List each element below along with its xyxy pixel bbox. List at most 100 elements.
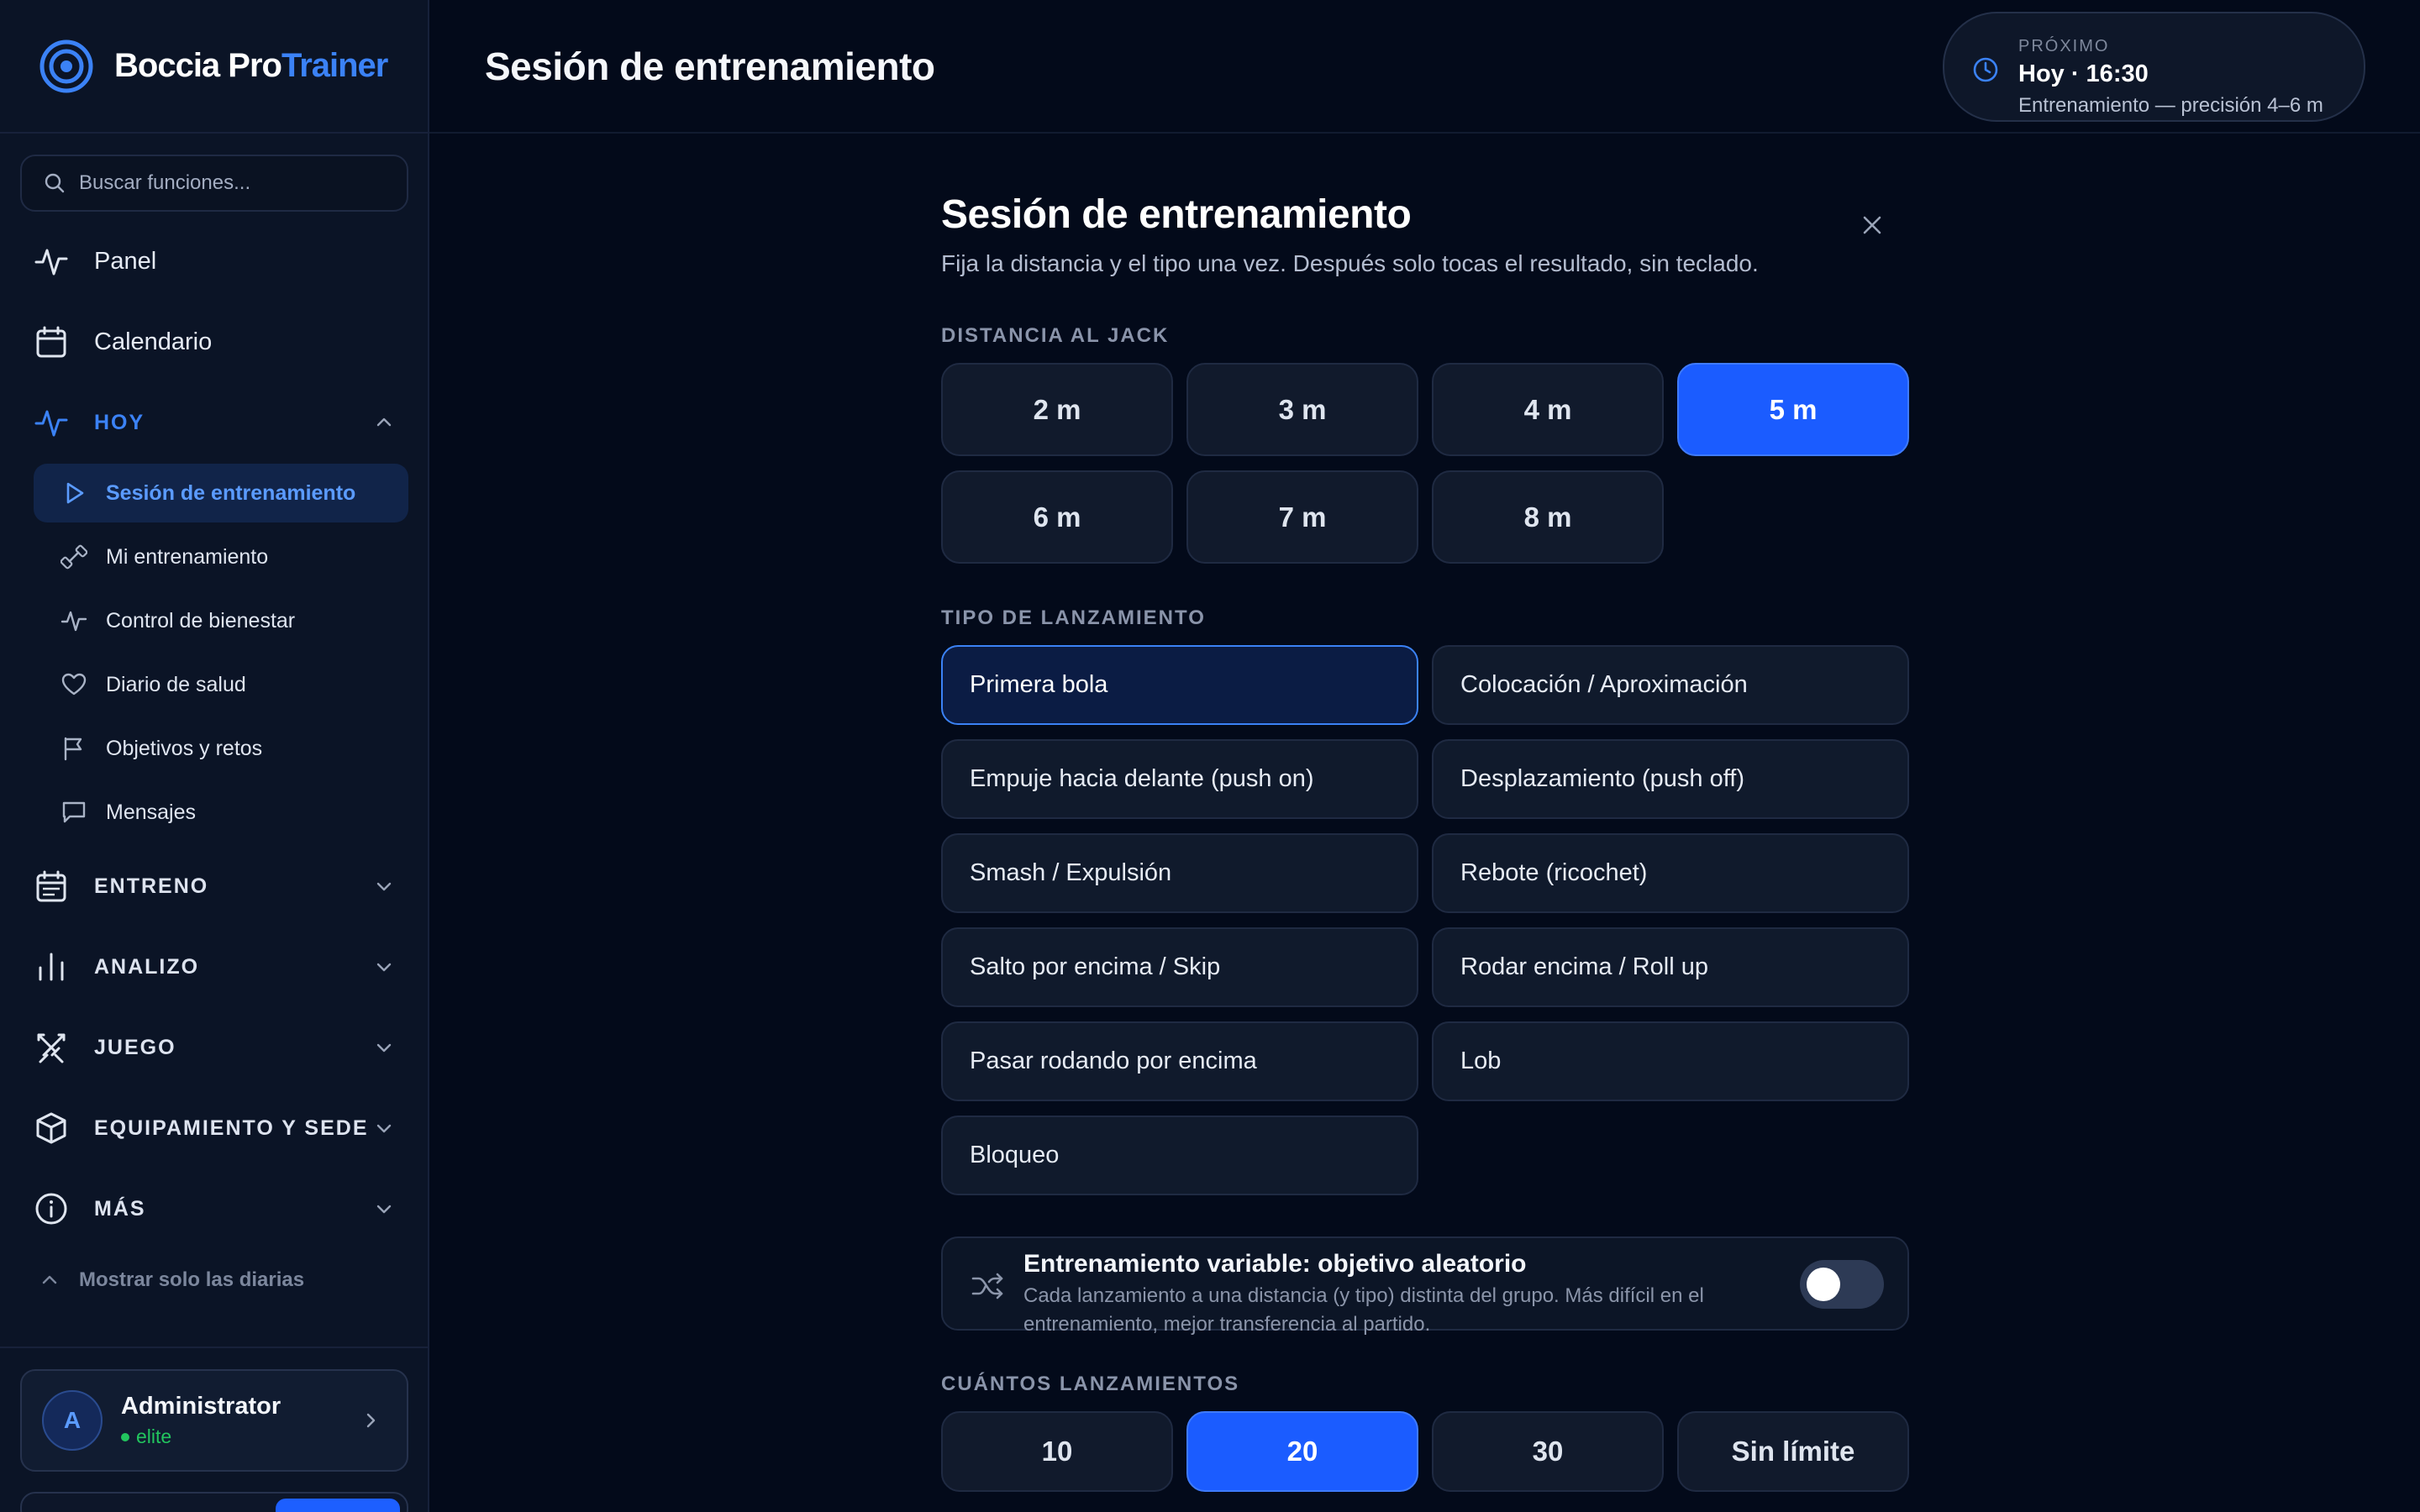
- avatar: A: [42, 1390, 103, 1451]
- throw-count-20[interactable]: 20: [1186, 1411, 1418, 1492]
- user-info: Administrator elite: [121, 1393, 281, 1448]
- calendar-icon: [36, 326, 66, 358]
- group-label: JUEGO: [94, 1035, 176, 1059]
- top-header: Sesión de entrenamiento PRÓXIMO Hoy · 16…: [429, 0, 2420, 134]
- play-icon: [66, 482, 84, 504]
- throw-count-30[interactable]: 30: [1432, 1411, 1664, 1492]
- info-icon: [35, 1193, 67, 1225]
- group-mas[interactable]: MÁS: [34, 1175, 395, 1242]
- sidebar: Boccia ProTrainer Panel Calendario HOY S…: [0, 0, 429, 1512]
- throw-type-lob[interactable]: Lob: [1432, 1021, 1909, 1101]
- distance-section-label: DISTANCIA AL JACK: [941, 324, 1170, 347]
- sidebar-item-label: Mensajes: [106, 800, 196, 824]
- variable-training-description: Cada lanzamiento a una distancia (y tipo…: [1023, 1284, 1704, 1336]
- user-card[interactable]: A Administrator elite: [20, 1369, 408, 1472]
- throw-type-roll-over[interactable]: Pasar rodando por encima: [941, 1021, 1418, 1101]
- sidebar-divider: [0, 1347, 428, 1348]
- throw-type-skip[interactable]: Salto por encima / Skip: [941, 927, 1418, 1007]
- clock-icon: [1973, 57, 1998, 82]
- throw-type-push-on[interactable]: Empuje hacia delante (push on): [941, 739, 1418, 819]
- group-analizo[interactable]: ANALIZO: [34, 933, 395, 1000]
- search-box[interactable]: [20, 155, 408, 212]
- group-juego[interactable]: JUEGO: [34, 1014, 395, 1081]
- toggle-knob: [1807, 1268, 1840, 1301]
- chevron-down-icon: [376, 1124, 392, 1133]
- throw-count-10[interactable]: 10: [941, 1411, 1173, 1492]
- throw-count-unlimited[interactable]: Sin límite: [1677, 1411, 1909, 1492]
- bar-chart-icon: [39, 953, 64, 981]
- box-icon: [36, 1112, 66, 1144]
- sidebar-item-label: Mi entrenamiento: [106, 544, 269, 569]
- message-icon: [62, 801, 86, 823]
- page-title: Sesión de entrenamiento: [485, 45, 935, 88]
- sidebar-item-messages[interactable]: Mensajes: [34, 783, 408, 842]
- group-hoy[interactable]: HOY: [34, 389, 395, 456]
- group-label: ENTRENO: [94, 874, 209, 898]
- throw-type-roll-up[interactable]: Rodar encima / Roll up: [1432, 927, 1909, 1007]
- throw-type-block[interactable]: Bloqueo: [941, 1116, 1418, 1195]
- chevron-down-icon: [376, 963, 392, 972]
- nav-item-label: Panel: [94, 247, 157, 275]
- sidebar-item-label: Sesión de entrenamiento: [106, 480, 356, 505]
- user-name: Administrator: [121, 1393, 281, 1420]
- chevron-up-icon: [42, 1275, 57, 1284]
- shuffle-icon: [971, 1273, 1003, 1299]
- throw-count-section-label: CUÁNTOS LANZAMIENTOS: [941, 1373, 1240, 1395]
- group-label: ANALIZO: [94, 954, 200, 979]
- user-role: elite: [121, 1425, 281, 1448]
- close-button[interactable]: [1855, 208, 1889, 242]
- app-logo[interactable]: Boccia ProTrainer: [0, 0, 428, 134]
- group-equipamiento[interactable]: EQUIPAMIENTO Y SEDE: [34, 1095, 395, 1162]
- distance-option-8m[interactable]: 8 m: [1432, 470, 1664, 564]
- next-event-description: Entrenamiento — precisión 4–6 m: [2018, 94, 2323, 117]
- variable-training-card: Entrenamiento variable: objetivo aleator…: [941, 1236, 1909, 1336]
- distance-option-4m[interactable]: 4 m: [1432, 363, 1664, 456]
- show-daily-toggle[interactable]: Mostrar solo las diarias: [39, 1263, 304, 1297]
- next-event-time: Hoy · 16:30: [2018, 60, 2149, 87]
- throw-type-placement[interactable]: Colocación / Aproximación: [1432, 645, 1909, 725]
- group-label: HOY: [94, 410, 145, 434]
- sidebar-item-my-training[interactable]: Mi entrenamiento: [34, 528, 408, 586]
- chevron-down-icon: [376, 1043, 392, 1053]
- flag-icon: [64, 737, 82, 761]
- sidebar-item-training-session[interactable]: Sesión de entrenamiento: [34, 464, 408, 522]
- next-event-label: PRÓXIMO: [2018, 37, 2110, 55]
- distance-option-7m[interactable]: 7 m: [1186, 470, 1418, 564]
- throw-type-push-off[interactable]: Desplazamiento (push off): [1432, 739, 1909, 819]
- distance-option-6m[interactable]: 6 m: [941, 470, 1173, 564]
- distance-option-3m[interactable]: 3 m: [1186, 363, 1418, 456]
- search-input[interactable]: [79, 171, 398, 195]
- variable-training-toggle[interactable]: [1800, 1260, 1884, 1309]
- sidebar-item-label: Control de bienestar: [106, 608, 296, 633]
- group-entreno[interactable]: ENTRENO: [34, 853, 395, 920]
- throw-type-smash[interactable]: Smash / Expulsión: [941, 833, 1418, 913]
- group-label: MÁS: [94, 1196, 146, 1221]
- distance-option-2m[interactable]: 2 m: [941, 363, 1173, 456]
- activity-icon: [34, 249, 68, 276]
- bottom-action-button[interactable]: [276, 1499, 400, 1512]
- nav-item-panel[interactable]: Panel: [34, 228, 403, 295]
- sidebar-item-wellbeing[interactable]: Control de bienestar: [34, 591, 408, 650]
- next-event-card[interactable]: PRÓXIMO Hoy · 16:30 Entrenamiento — prec…: [1943, 12, 2365, 122]
- nav-item-label: Calendario: [94, 328, 213, 355]
- sidebar-item-goals[interactable]: Objetivos y retos: [34, 719, 408, 778]
- throw-type-section-label: TIPO DE LANZAMIENTO: [941, 606, 1206, 629]
- pulse-icon: [34, 410, 68, 437]
- sidebar-item-health-diary[interactable]: Diario de salud: [34, 655, 408, 714]
- close-icon: [1863, 216, 1881, 234]
- status-dot: [121, 1432, 129, 1441]
- show-daily-label: Mostrar solo las diarias: [79, 1268, 305, 1291]
- chevron-down-icon: [376, 1205, 392, 1214]
- panel-subtitle: Fija la distancia y el tipo una vez. Des…: [941, 250, 1759, 276]
- chevron-down-icon: [376, 882, 392, 891]
- dumbbell-icon: [60, 544, 87, 570]
- throw-type-first-ball[interactable]: Primera bola: [941, 645, 1418, 725]
- calendar-grid-icon: [36, 870, 66, 902]
- chevron-right-icon: [366, 1413, 376, 1428]
- target-logo-icon: [39, 39, 93, 92]
- distance-option-5m[interactable]: 5 m: [1677, 363, 1909, 456]
- nav-item-calendar[interactable]: Calendario: [34, 308, 403, 375]
- throw-type-ricochet[interactable]: Rebote (ricochet): [1432, 833, 1909, 913]
- swords-icon: [37, 1033, 66, 1063]
- panel-title: Sesión de entrenamiento: [941, 192, 1412, 237]
